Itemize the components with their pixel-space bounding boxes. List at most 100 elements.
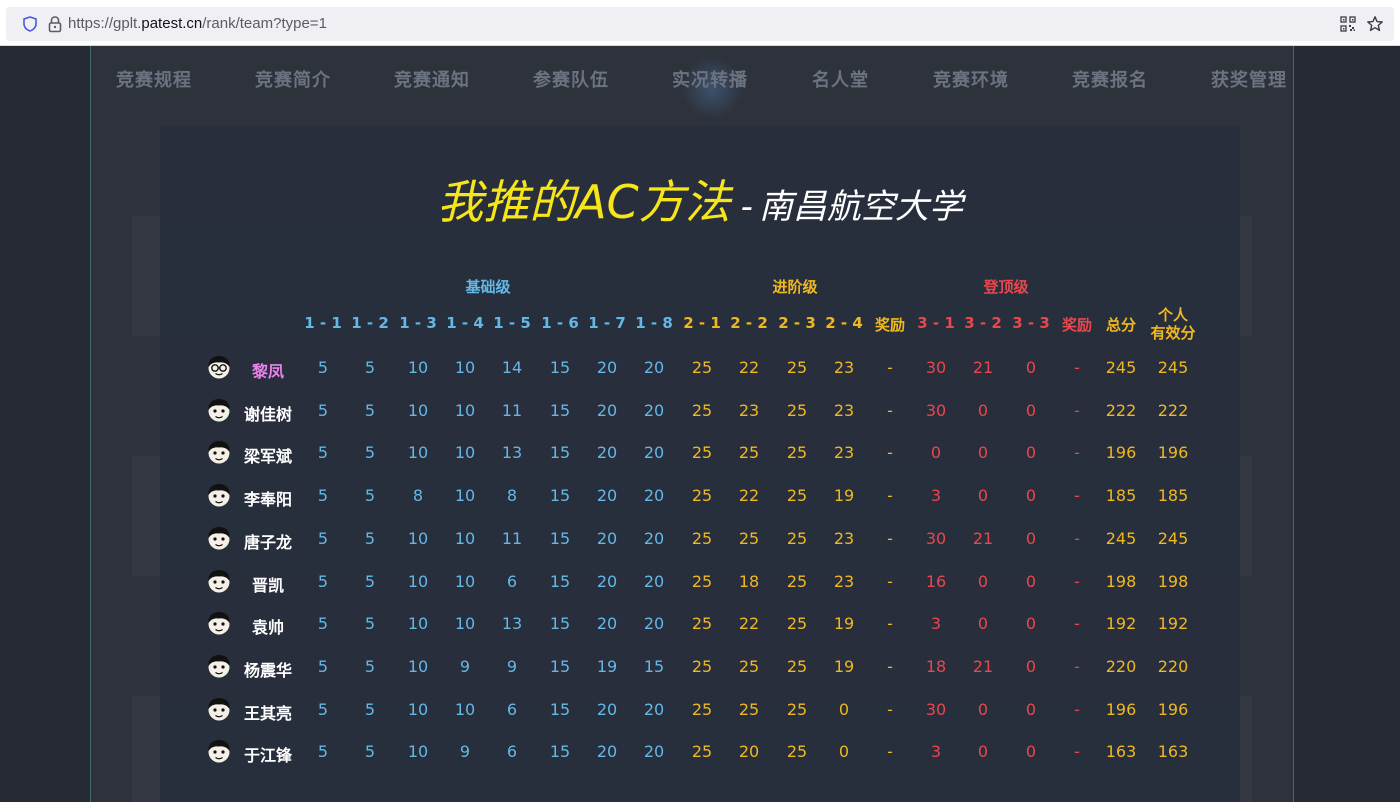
score-cell: 0 [930,443,942,463]
score-cell: 20 [596,486,618,506]
score-cell: 25 [786,443,808,463]
score-cell: 5 [317,571,329,591]
score-cell: 192 [1157,614,1189,634]
nav-item-signup[interactable]: 竞赛报名 [1072,66,1148,92]
score-cell: 5 [317,699,329,719]
score-cell: 185 [1157,486,1189,506]
score-cell: 30 [925,358,947,377]
score-cell: 20 [596,358,618,377]
score-cell: 6 [506,699,518,719]
url-text[interactable]: https://gplt.patest.cn/rank/team?type=1 [68,15,327,32]
score-cell: 25 [691,699,713,719]
member-row: 于江锋 5 5 10 9 6 15 20 20 25 20 25 0 - 3 0 0 - 163 163 [160,732,1240,774]
member-row: 杨震华 5 5 10 9 9 15 19 15 25 25 25 19 - 18 21 0 - 220 220 [160,647,1240,689]
score-cell: 198 [1105,571,1137,591]
score-cell: 10 [454,614,476,634]
score-cell: 20 [643,358,665,377]
score-cell: 23 [833,400,855,420]
score-cell: 10 [407,443,429,463]
column-header: 2 - 4 [825,314,863,332]
score-cell: 25 [786,400,808,420]
member-name: 杨震华 [243,660,293,680]
group-label-advanced: 进阶级 [772,278,818,296]
score-cell: 20 [596,614,618,634]
score-cell: - [887,699,893,719]
score-cell: 20 [643,699,665,719]
score-cell: 0 [1025,358,1037,377]
score-cell: 9 [459,656,471,676]
member-row: 李奉阳 5 5 8 10 8 15 20 20 25 22 25 19 - 3 0 0 - 185 185 [160,476,1240,518]
nav-item-environment[interactable]: 竞赛环境 [933,66,1009,92]
score-cell: 0 [838,699,850,719]
nav-item-awards[interactable]: 获奖管理 [1211,66,1287,92]
nav-item-intro[interactable]: 竞赛简介 [255,66,331,92]
member-row: 黎凤 5 5 10 10 14 15 20 20 25 22 25 23 - 30 21 0 - 245 245 [160,348,1240,390]
nav-item-rules[interactable]: 竞赛规程 [116,66,192,92]
score-cell: 25 [786,528,808,548]
tracking-protection-shield-icon[interactable] [22,16,38,32]
score-cell: 5 [317,443,329,463]
member-row: 梁军斌 5 5 10 10 13 15 20 20 25 25 25 23 - 0 0 0 - 196 196 [160,433,1240,475]
score-cell: 245 [1105,358,1137,377]
member-name: 唐子龙 [243,532,293,552]
score-cell: 25 [786,699,808,719]
score-cell: 25 [786,486,808,506]
score-cell: 10 [454,443,476,463]
score-cell: 0 [977,614,989,634]
score-cell: 23 [833,528,855,548]
score-cell: 5 [364,486,376,506]
column-header: 1 - 8 [635,314,673,332]
lock-icon[interactable] [48,15,62,33]
group-label-basic: 基础级 [465,278,511,296]
score-cell: 196 [1157,443,1189,463]
score-cell: 0 [977,443,989,463]
score-cell: 0 [1025,742,1037,762]
score-cell: 163 [1105,742,1137,762]
score-cell: 5 [317,614,329,634]
column-header: 2 - 2 [730,314,768,332]
column-header: 奖励 [1061,316,1093,334]
nav-item-teams[interactable]: 参赛队伍 [533,66,609,92]
nav-item-notice[interactable]: 竞赛通知 [394,66,470,92]
score-cell: 0 [977,400,989,420]
score-cell: 15 [549,614,571,634]
score-cell: 20 [643,742,665,762]
column-header: 1 - 2 [351,314,389,332]
score-cell: 185 [1105,486,1137,506]
score-cell: 15 [643,656,665,676]
nav-item-live[interactable]: 实况转播 [672,66,748,92]
score-cell: 20 [643,571,665,591]
score-cell: 20 [596,528,618,548]
score-cell: 30 [925,699,947,719]
score-cell: - [1074,699,1080,719]
bookmark-star-icon[interactable] [1366,15,1384,33]
score-cell: 5 [317,358,329,377]
column-header: 1 - 7 [588,314,626,332]
member-avatar-icon [206,653,232,679]
score-cell: 25 [691,656,713,676]
score-cell: 0 [977,571,989,591]
score-cell: 20 [643,400,665,420]
score-cell: 13 [501,443,523,463]
score-cell: - [1074,656,1080,676]
score-cell: 5 [317,656,329,676]
score-cell: 22 [738,614,760,634]
score-cell: 5 [364,358,376,377]
score-cell: 222 [1105,400,1137,420]
address-bar[interactable]: https://gplt.patest.cn/rank/team?type=1 [6,7,1394,41]
score-cell: - [1074,358,1080,377]
nav-item-hall-of-fame[interactable]: 名人堂 [812,66,869,92]
qr-code-icon[interactable] [1340,16,1356,32]
score-cell: 20 [596,400,618,420]
score-cell: - [1074,400,1080,420]
score-cell: 8 [506,486,518,506]
column-header: 1 - 5 [493,314,531,332]
score-cell: 23 [833,443,855,463]
score-cell: 14 [501,358,523,377]
score-cell: 23 [833,571,855,591]
score-cell: 10 [407,400,429,420]
score-cell: 245 [1157,528,1189,548]
score-cell: 245 [1105,528,1137,548]
score-cell: 25 [786,742,808,762]
score-cell: - [1074,443,1080,463]
